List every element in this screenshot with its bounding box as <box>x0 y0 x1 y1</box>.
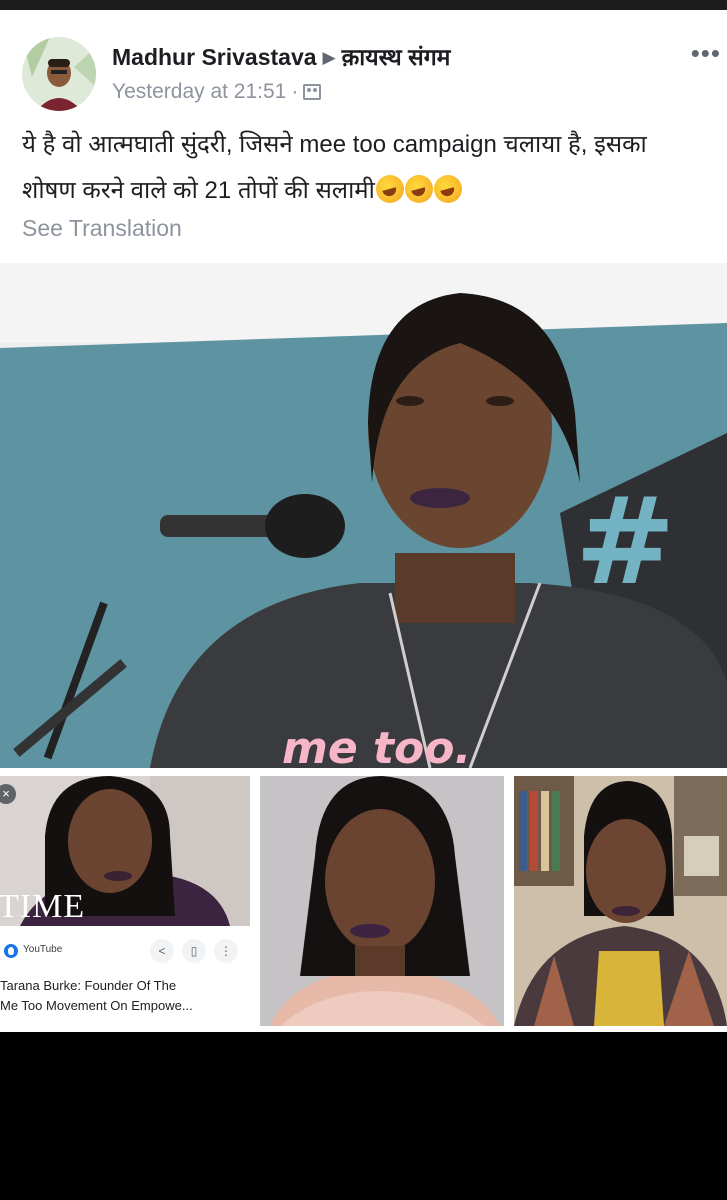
avatar[interactable] <box>22 37 96 111</box>
source-label[interactable]: YouTube <box>23 944 62 955</box>
source-globe-icon <box>4 944 18 958</box>
post-text: ये है वो आत्मघाती सुंदरी, जिसने mee too … <box>22 122 712 214</box>
time-logo: TIME <box>0 888 86 925</box>
result-title-link[interactable]: Tarana Burke: Founder Of The Me Too Move… <box>0 976 250 1016</box>
bookmark-icon[interactable]: ▯ <box>182 939 206 963</box>
post-timestamp[interactable]: Yesterday at 21:51 <box>112 80 286 103</box>
author-line: Madhur Srivastava ▶ क़ायस्थ संगम <box>112 40 450 72</box>
result-title-line-2: Me Too Movement On Empowe... <box>0 998 193 1013</box>
rofl-emoji-icon <box>404 175 433 203</box>
result-thumbnail-time[interactable]: × TIME <box>0 776 250 926</box>
group-privacy-icon[interactable] <box>303 84 322 100</box>
separator-dot: · <box>291 80 299 103</box>
shirt-text: me too. <box>282 723 471 768</box>
arrow-right-icon: ▶ <box>322 48 336 67</box>
result-thumbnail-interview[interactable] <box>514 776 727 1026</box>
result-source-row: YouTube < ▯ ⋮ <box>0 934 250 968</box>
more-vert-icon[interactable]: ⋮ <box>214 939 238 963</box>
post-text-line-2-wrap: शोषण करने वाले को 21 तोपों की सलामी <box>22 168 712 214</box>
group-name-link[interactable]: क़ायस्थ संगम <box>342 44 451 70</box>
rofl-emoji-icon <box>433 175 462 203</box>
rofl-emoji-icon <box>375 175 404 203</box>
author-name-link[interactable]: Madhur Srivastava <box>112 44 317 70</box>
post-text-line-1: ये है वो आत्मघाती सुंदरी, जिसने mee too … <box>22 131 647 158</box>
image-search-results: × TIME YouTube < ▯ ⋮ Tarana Burke: Found… <box>0 768 727 1032</box>
share-icon[interactable]: < <box>150 939 174 963</box>
post-header: Madhur Srivastava ▶ क़ायस्थ संगम ••• Yeste… <box>0 10 727 111</box>
result-thumbnail-portrait[interactable] <box>260 776 504 1026</box>
main-photo[interactable]: # me too. <box>0 263 727 768</box>
more-options-icon[interactable]: ••• <box>691 38 721 69</box>
post-meta: Yesterday at 21:51 · <box>112 80 322 104</box>
result-title-line-1: Tarana Burke: Founder Of The <box>0 978 177 993</box>
post-text-line-2: शोषण करने वाले को 21 तोपों की सलामी <box>22 177 375 204</box>
top-status-strip <box>0 0 727 10</box>
see-translation-link[interactable]: See Translation <box>22 215 182 242</box>
facebook-post-card: Madhur Srivastava ▶ क़ायस्थ संगम ••• Yeste… <box>0 10 727 1032</box>
